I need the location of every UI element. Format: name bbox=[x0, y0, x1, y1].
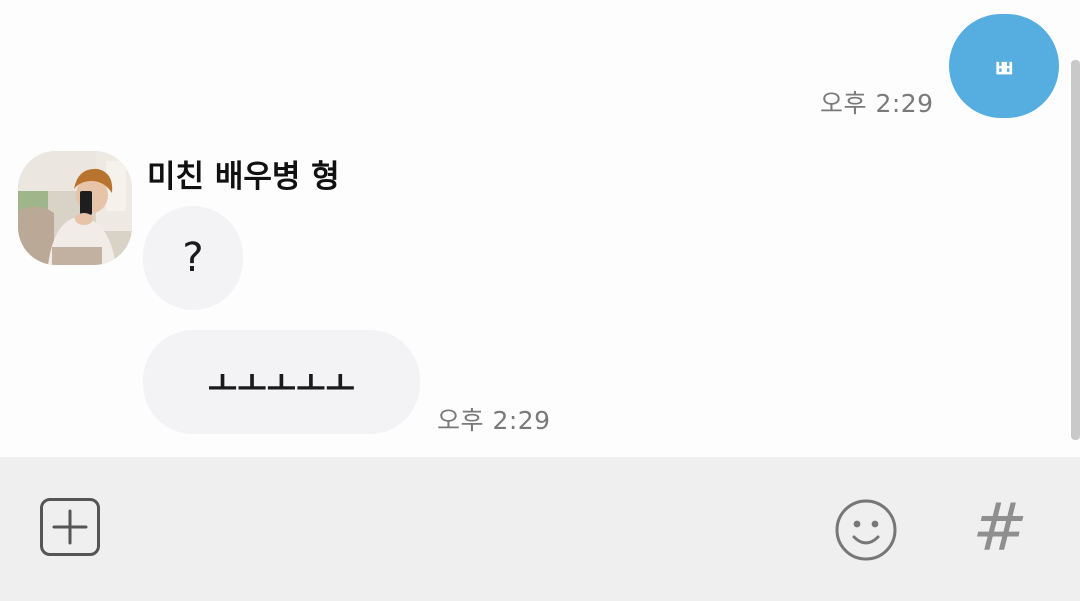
message-bubble[interactable]: ㅗㅗㅗㅗㅗ bbox=[143, 330, 420, 434]
hash-icon: # bbox=[972, 489, 1028, 566]
avatar[interactable] bbox=[18, 151, 132, 265]
add-attachment-button[interactable] bbox=[40, 498, 100, 556]
my-message-bubble[interactable]: ㅃ bbox=[949, 14, 1059, 118]
sender-name: 미친 배우병 형 bbox=[147, 159, 340, 195]
profile-photo-icon bbox=[18, 151, 132, 265]
my-message-text: ㅃ bbox=[992, 54, 1016, 83]
chat-message-area[interactable]: ㅃ 오후 2:29 미친 배우병 형 ? ㅗㅗㅗㅗㅗ 오후 2:29 bbox=[0, 0, 1080, 457]
smiley-icon bbox=[835, 499, 897, 561]
message-bubble[interactable]: ? bbox=[143, 206, 243, 310]
my-message-time: 오후 2:29 bbox=[820, 89, 934, 118]
emoticon-button[interactable] bbox=[834, 498, 898, 562]
plus-icon bbox=[52, 509, 88, 545]
message-text: ? bbox=[182, 235, 204, 281]
scrollbar[interactable] bbox=[1071, 60, 1080, 440]
message-time: 오후 2:29 bbox=[437, 406, 551, 435]
input-bar bbox=[0, 457, 1080, 601]
message-text: ㅗㅗㅗㅗㅗ bbox=[207, 365, 356, 403]
hashtag-search-button[interactable]: # bbox=[968, 490, 1032, 566]
